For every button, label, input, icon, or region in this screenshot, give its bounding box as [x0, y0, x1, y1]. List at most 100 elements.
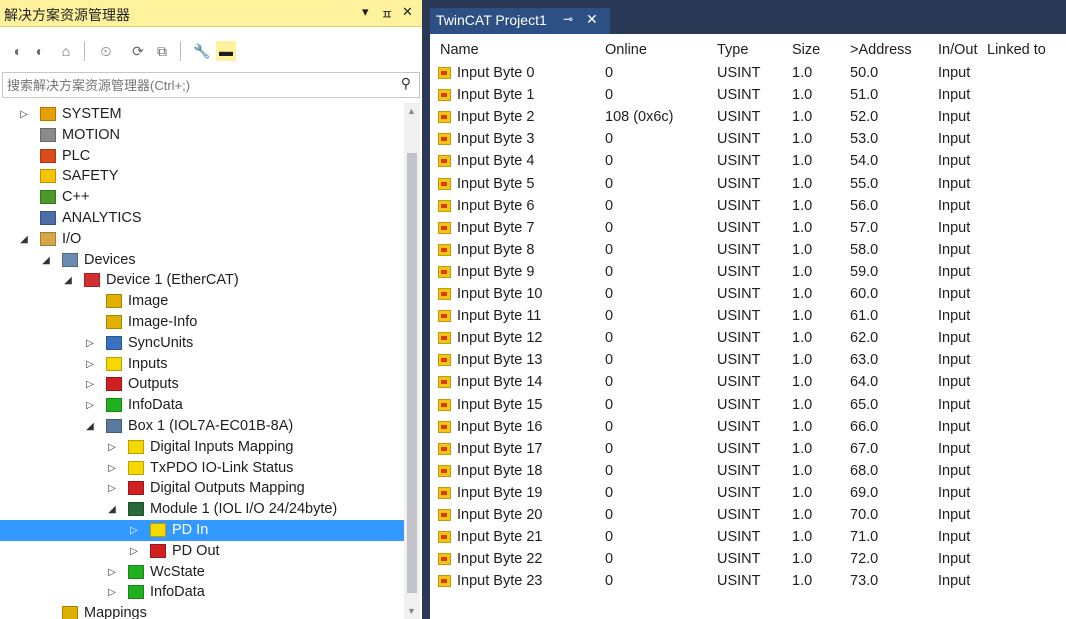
expand-arrow-icon[interactable]: ▷	[106, 562, 118, 583]
table-row[interactable]: Input Byte 13 0 USINT 1.0 63.0 Input	[430, 349, 1066, 371]
column-header-type[interactable]: Type	[717, 42, 748, 58]
tree-item[interactable]: ▷ WcState	[0, 562, 404, 583]
tree-item[interactable]: ▷ TxPDO IO-Link Status	[0, 458, 404, 479]
tree-item[interactable]: ▷ InfoData	[0, 582, 404, 603]
table-row[interactable]: Input Byte 15 0 USINT 1.0 65.0 Input	[430, 394, 1066, 416]
tree-item[interactable]: ◢ Device 1 (EtherCAT)	[0, 270, 404, 291]
expand-arrow-icon[interactable]: ▷	[84, 354, 96, 375]
table-row[interactable]: Input Byte 1 0 USINT 1.0 51.0 Input	[430, 84, 1066, 106]
tree-item[interactable]: ANALYTICS	[0, 208, 404, 229]
table-row[interactable]: Input Byte 9 0 USINT 1.0 59.0 Input	[430, 261, 1066, 283]
table-row[interactable]: Input Byte 10 0 USINT 1.0 60.0 Input	[430, 283, 1066, 305]
tree-scrollbar[interactable]: ▲ ▼	[404, 103, 420, 619]
table-row[interactable]: Input Byte 6 0 USINT 1.0 56.0 Input	[430, 195, 1066, 217]
table-row[interactable]: Input Byte 18 0 USINT 1.0 68.0 Input	[430, 460, 1066, 482]
table-row[interactable]: Input Byte 16 0 USINT 1.0 66.0 Input	[430, 416, 1066, 438]
tree-item[interactable]: SAFETY	[0, 166, 404, 187]
scroll-up-icon[interactable]: ▲	[407, 106, 416, 116]
table-row[interactable]: Input Byte 20 0 USINT 1.0 70.0 Input	[430, 504, 1066, 526]
expand-arrow-icon[interactable]: ▷	[84, 333, 96, 354]
table-row[interactable]: Input Byte 22 0 USINT 1.0 72.0 Input	[430, 548, 1066, 570]
tree-item[interactable]: ▷ SyncUnits	[0, 333, 404, 354]
table-row[interactable]: Input Byte 0 0 USINT 1.0 50.0 Input	[430, 62, 1066, 84]
pd-in-icon	[150, 523, 166, 537]
pane-splitter[interactable]	[422, 0, 430, 619]
table-row[interactable]: Input Byte 2 108 (0x6c) USINT 1.0 52.0 Input	[430, 106, 1066, 128]
back-icon[interactable]: ◐	[8, 41, 28, 61]
properties-icon[interactable]: 🔧	[192, 41, 212, 61]
expand-arrow-icon[interactable]: ▷	[18, 104, 30, 125]
table-row[interactable]: Input Byte 21 0 USINT 1.0 71.0 Input	[430, 526, 1066, 548]
search-icon[interactable]: ⚲	[401, 75, 411, 92]
expand-arrow-icon[interactable]: ▷	[128, 520, 140, 541]
table-row[interactable]: Input Byte 4 0 USINT 1.0 54.0 Input	[430, 150, 1066, 172]
tree-item[interactable]: ◢ Module 1 (IOL I/O 24/24byte)	[0, 499, 404, 520]
column-header-address[interactable]: >Address	[850, 42, 912, 58]
forward-icon[interactable]: ◐	[30, 41, 50, 61]
tree-item-label: SYSTEM	[62, 106, 122, 122]
tab-pin-icon[interactable]: ⊸	[563, 12, 573, 26]
tab-twincat-project1[interactable]: TwinCAT Project1 ⊸ ✕	[430, 8, 610, 34]
tree-item[interactable]: ◢ I/O	[0, 229, 404, 250]
scrollbar-thumb[interactable]	[407, 153, 417, 593]
collapse-arrow-icon[interactable]: ◢	[84, 416, 96, 437]
tree-item[interactable]: ▷ Outputs	[0, 374, 404, 395]
collapse-arrow-icon[interactable]: ◢	[106, 499, 118, 520]
close-icon[interactable]: ✕	[402, 4, 413, 20]
table-row[interactable]: Input Byte 8 0 USINT 1.0 58.0 Input	[430, 239, 1066, 261]
collapse-arrow-icon[interactable]: ◢	[40, 250, 52, 271]
dropdown-icon[interactable]: ▾	[362, 4, 369, 20]
tree-item[interactable]: ◢ Devices	[0, 250, 404, 271]
tree-item[interactable]: ▷ Digital Inputs Mapping	[0, 437, 404, 458]
table-row[interactable]: Input Byte 23 0 USINT 1.0 73.0 Input	[430, 570, 1066, 592]
tree-item[interactable]: ◢ Box 1 (IOL7A-EC01B-8A)	[0, 416, 404, 437]
tree-item[interactable]: ▷ InfoData	[0, 395, 404, 416]
table-row[interactable]: Input Byte 17 0 USINT 1.0 67.0 Input	[430, 438, 1066, 460]
table-row[interactable]: Input Byte 11 0 USINT 1.0 61.0 Input	[430, 305, 1066, 327]
tab-close-icon[interactable]: ✕	[586, 11, 598, 28]
tree-item[interactable]: Image-Info	[0, 312, 404, 333]
collapse-arrow-icon[interactable]: ◢	[62, 270, 74, 291]
table-row[interactable]: Input Byte 12 0 USINT 1.0 62.0 Input	[430, 327, 1066, 349]
column-header-size[interactable]: Size	[792, 42, 820, 58]
expand-arrow-icon[interactable]: ▷	[84, 374, 96, 395]
table-row[interactable]: Input Byte 7 0 USINT 1.0 57.0 Input	[430, 217, 1066, 239]
preview-icon[interactable]: ▬	[216, 41, 236, 61]
tree-item[interactable]: ▷ PD Out	[0, 541, 404, 562]
tree-item[interactable]: ▷ Digital Outputs Mapping	[0, 478, 404, 499]
tree-item[interactable]: ▷ PD In	[0, 520, 404, 541]
table-row[interactable]: Input Byte 14 0 USINT 1.0 64.0 Input	[430, 371, 1066, 393]
refresh-icon[interactable]: ⟳	[128, 41, 148, 61]
cell-address: 57.0	[850, 219, 879, 236]
expand-arrow-icon[interactable]: ▷	[106, 478, 118, 499]
expand-arrow-icon[interactable]: ▷	[84, 395, 96, 416]
column-header-name[interactable]: Name	[440, 42, 479, 58]
cell-size: 1.0	[792, 131, 813, 148]
home-icon[interactable]: ⌂	[56, 41, 76, 61]
search-input[interactable]	[7, 76, 377, 94]
cell-online: 0	[605, 153, 614, 170]
scroll-down-icon[interactable]: ▼	[407, 606, 416, 616]
expand-arrow-icon[interactable]: ▷	[106, 458, 118, 479]
collapse-arrow-icon[interactable]: ◢	[18, 229, 30, 250]
tree-item[interactable]: Image	[0, 291, 404, 312]
pin-icon[interactable]: ㅍ	[381, 4, 393, 23]
tree-item[interactable]: Mappings	[0, 603, 404, 619]
expand-arrow-icon[interactable]: ▷	[128, 541, 140, 562]
history-icon[interactable]: ⏲	[96, 41, 116, 61]
expand-arrow-icon[interactable]: ▷	[106, 582, 118, 603]
system-icon	[40, 107, 56, 121]
collapse-all-icon[interactable]: ⧉	[152, 41, 172, 61]
table-row[interactable]: Input Byte 19 0 USINT 1.0 69.0 Input	[430, 482, 1066, 504]
table-row[interactable]: Input Byte 3 0 USINT 1.0 53.0 Input	[430, 128, 1066, 150]
column-header-online[interactable]: Online	[605, 42, 647, 58]
column-header-inout[interactable]: In/Out	[938, 42, 978, 58]
column-header-linked-to[interactable]: Linked to	[987, 42, 1046, 58]
tree-item[interactable]: C++	[0, 187, 404, 208]
expand-arrow-icon[interactable]: ▷	[106, 437, 118, 458]
tree-item[interactable]: PLC	[0, 146, 404, 167]
tree-item[interactable]: ▷ SYSTEM	[0, 104, 404, 125]
tree-item[interactable]: ▷ Inputs	[0, 354, 404, 375]
table-row[interactable]: Input Byte 5 0 USINT 1.0 55.0 Input	[430, 173, 1066, 195]
tree-item[interactable]: MOTION	[0, 125, 404, 146]
